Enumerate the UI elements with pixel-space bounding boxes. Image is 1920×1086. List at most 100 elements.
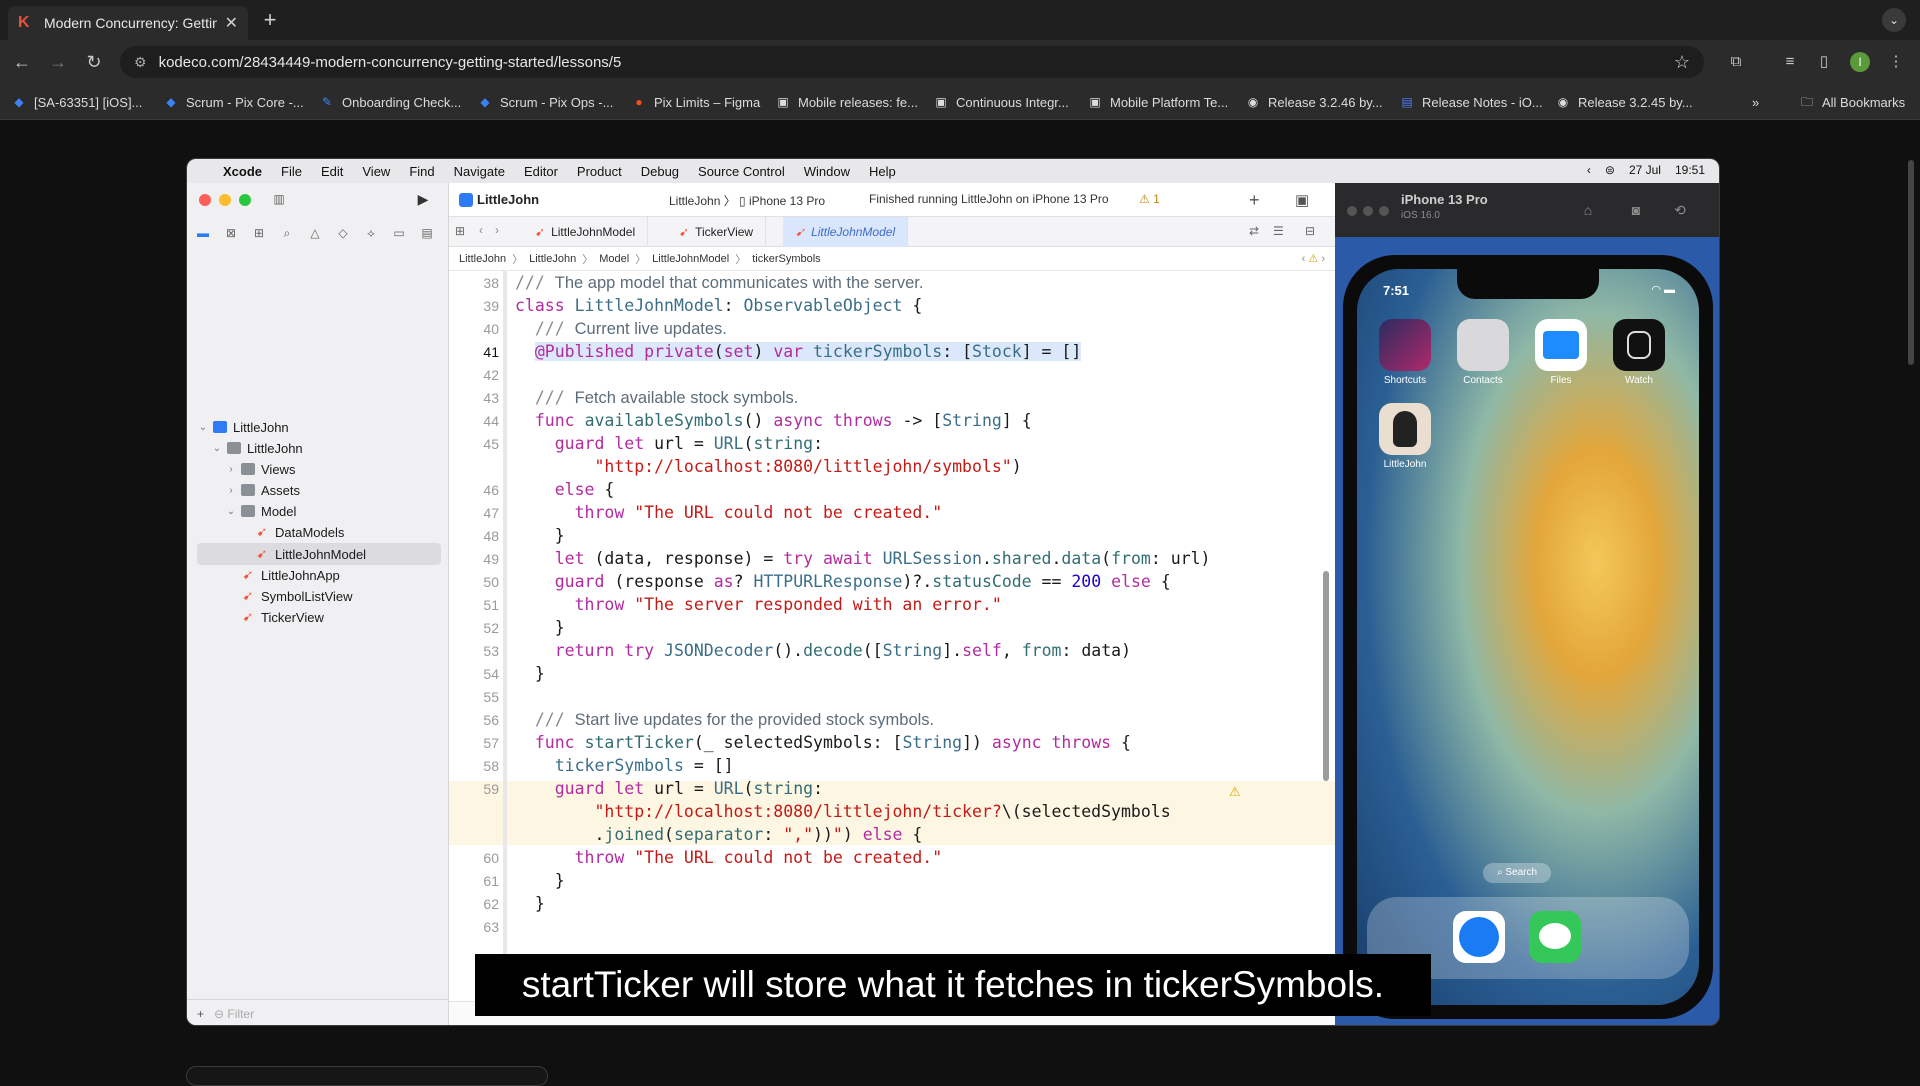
zoom-window-button[interactable]	[1379, 206, 1389, 216]
media-icon[interactable]: ≡	[1780, 52, 1800, 72]
extensions-icon[interactable]: ⧉	[1726, 52, 1746, 72]
symbol-nav-icon[interactable]: ⊞	[251, 225, 267, 241]
split-editor-icon[interactable]: ⊟	[1305, 224, 1315, 238]
navigator-filter[interactable]: + ⊖ Filter	[187, 999, 449, 1025]
sidebar-toggle-icon[interactable]: ▥	[271, 191, 287, 207]
jump-project[interactable]: LittleJohn	[459, 253, 506, 265]
minimize-window-button[interactable]	[1363, 206, 1373, 216]
chevron-left-icon[interactable]: ‹	[1587, 163, 1591, 177]
screenshot-icon[interactable]: ◙	[1627, 202, 1645, 220]
close-tab-icon[interactable]: ✕	[225, 13, 238, 33]
menu-file[interactable]: File	[281, 164, 302, 179]
test-icon[interactable]: ◇	[335, 225, 351, 241]
source-control-icon[interactable]: ⊠	[223, 225, 239, 241]
nav-item-group[interactable]: ⌄ LittleJohn	[211, 438, 303, 458]
safari-app-icon[interactable]	[1453, 911, 1505, 963]
menu-xcode[interactable]: Xcode	[223, 164, 262, 179]
nav-item-views[interactable]: › Views	[225, 459, 295, 479]
littlejohn-app-icon[interactable]	[1379, 403, 1431, 455]
chevron-right-icon[interactable]: ›	[225, 485, 237, 496]
menu-view[interactable]: View	[362, 164, 390, 179]
bookmark-item[interactable]: ▣ Mobile Platform Te...	[1088, 93, 1228, 111]
menu-product[interactable]: Product	[577, 164, 622, 179]
inspector-toggle-icon[interactable]: ▣	[1295, 191, 1309, 209]
nav-item-symbollistview[interactable]: ➹ SymbolListView	[241, 586, 353, 606]
back-icon[interactable]: ‹	[479, 223, 483, 237]
nav-item-model[interactable]: ⌄ Model	[225, 501, 297, 521]
bookmark-item[interactable]: ◉ Release 3.2.46 by...	[1246, 93, 1383, 111]
bookmark-item[interactable]: ▣ Mobile releases: fe...	[776, 93, 918, 111]
chevron-down-icon[interactable]: ⌄	[225, 506, 237, 517]
warning-indicator[interactable]: ⚠ 1	[1139, 192, 1160, 206]
zoom-window-button[interactable]	[239, 194, 251, 206]
bookmark-item[interactable]: ● Pix Limits – Figma	[632, 93, 760, 111]
close-window-button[interactable]	[199, 194, 211, 206]
grid-icon[interactable]: ⊞	[455, 224, 465, 238]
nav-item-project[interactable]: ⌄ LittleJohn	[197, 417, 289, 437]
page-scrollbar[interactable]	[1908, 160, 1914, 365]
debug-icon[interactable]: ⟡	[363, 225, 379, 241]
forward-arrow-icon[interactable]: →	[46, 50, 70, 74]
nav-item-littlejohnmodel[interactable]: ➹ LittleJohnModel	[255, 544, 367, 564]
nav-item-assets[interactable]: › Assets	[225, 480, 300, 500]
jump-symbol[interactable]: tickerSymbols	[752, 253, 820, 265]
jump-nav-icons[interactable]: ‹ ⚠ ›	[1302, 252, 1325, 265]
scheme-selector[interactable]: LittleJohn 〉 ▯ iPhone 13 Pro	[669, 192, 825, 209]
menu-window[interactable]: Window	[804, 164, 850, 179]
folder-nav-icon[interactable]: ▬	[195, 225, 211, 241]
more-bookmarks-icon[interactable]: »	[1752, 93, 1759, 111]
bookmark-item[interactable]: ◆ [SA-63351] [iOS]...	[12, 93, 142, 111]
menu-debug[interactable]: Debug	[641, 164, 679, 179]
menu-kebab-icon[interactable]: ⋮	[1886, 52, 1906, 72]
bookmark-star-icon[interactable]: ☆	[1674, 52, 1690, 73]
browser-tab[interactable]: K Modern Concurrency: Getting ✕	[8, 6, 248, 40]
reload-icon[interactable]: ↻	[82, 50, 106, 74]
jump-folder[interactable]: Model	[599, 253, 629, 265]
address-bar[interactable]: ⚙ kodeco.com/28434449-modern-concurrency…	[120, 46, 1704, 78]
find-icon[interactable]: ⌕	[279, 225, 295, 241]
forward-icon[interactable]: ›	[495, 223, 499, 237]
nav-item-datamodels[interactable]: ➹ DataModels	[255, 522, 345, 542]
control-center-icon[interactable]: ⊜	[1605, 163, 1615, 177]
editor-options-icon[interactable]: ☰	[1273, 224, 1284, 238]
watch-app-icon[interactable]	[1613, 319, 1665, 371]
editor-scrollbar[interactable]	[1323, 571, 1329, 781]
issue-icon[interactable]: △	[307, 225, 323, 241]
files-app-icon[interactable]	[1535, 319, 1587, 371]
jump-file[interactable]: LittleJohnModel	[652, 253, 729, 265]
bookmark-item[interactable]: ◆ Scrum - Pix Ops -...	[478, 93, 613, 111]
tab-active-littlejohnmodel[interactable]: ➹ LittleJohnModel	[783, 217, 909, 247]
add-icon[interactable]: +	[197, 1007, 204, 1021]
chevron-down-icon[interactable]: ⌄	[211, 443, 223, 454]
home-icon[interactable]: ⌂	[1579, 202, 1597, 220]
tab-tickerview[interactable]: ➹ TickerView	[667, 217, 767, 247]
nav-item-app[interactable]: ➹ LittleJohnApp	[241, 565, 340, 585]
bookmark-item[interactable]: ▣ Continuous Integr...	[934, 93, 1068, 111]
bookmark-item[interactable]: ◉ Release 3.2.45 by...	[1556, 93, 1693, 111]
bookmark-item[interactable]: ✎ Onboarding Check...	[320, 93, 461, 111]
nav-item-tickerview[interactable]: ➹ TickerView	[241, 607, 324, 627]
shortcuts-app-icon[interactable]	[1379, 319, 1431, 371]
all-bookmarks[interactable]: 🗀 All Bookmarks	[1800, 93, 1905, 111]
chevron-down-icon[interactable]: ⌄	[197, 422, 209, 433]
iphone-screen[interactable]: 7:51 ◠ ▬ Shortcuts Contacts Files Watch …	[1357, 269, 1699, 1005]
menu-source-control[interactable]: Source Control	[698, 164, 785, 179]
warning-icon[interactable]: ⚠	[1229, 784, 1241, 800]
menu-find[interactable]: Find	[409, 164, 434, 179]
bookmark-item[interactable]: ▤ Release Notes - iO...	[1400, 93, 1542, 111]
bookmark-item[interactable]: ◆ Scrum - Pix Core -...	[164, 93, 303, 111]
jump-group[interactable]: LittleJohn	[529, 253, 576, 265]
rotate-icon[interactable]: ⟲	[1671, 202, 1689, 220]
side-panel-icon[interactable]: ▯	[1814, 52, 1834, 72]
messages-app-icon[interactable]	[1529, 911, 1581, 963]
report-icon[interactable]: ▤	[419, 225, 435, 241]
chevron-right-icon[interactable]: ›	[225, 464, 237, 475]
add-icon[interactable]: +	[1249, 190, 1260, 211]
url-text[interactable]: kodeco.com/28434449-modern-concurrency-g…	[159, 54, 1674, 71]
close-window-button[interactable]	[1347, 206, 1357, 216]
menu-editor[interactable]: Editor	[524, 164, 558, 179]
run-icon[interactable]: ▶	[415, 191, 431, 207]
tab-littlejohnmodel[interactable]: ➹ LittleJohnModel	[523, 217, 649, 247]
new-tab-button[interactable]: +	[256, 6, 284, 34]
menu-navigate[interactable]: Navigate	[454, 164, 505, 179]
